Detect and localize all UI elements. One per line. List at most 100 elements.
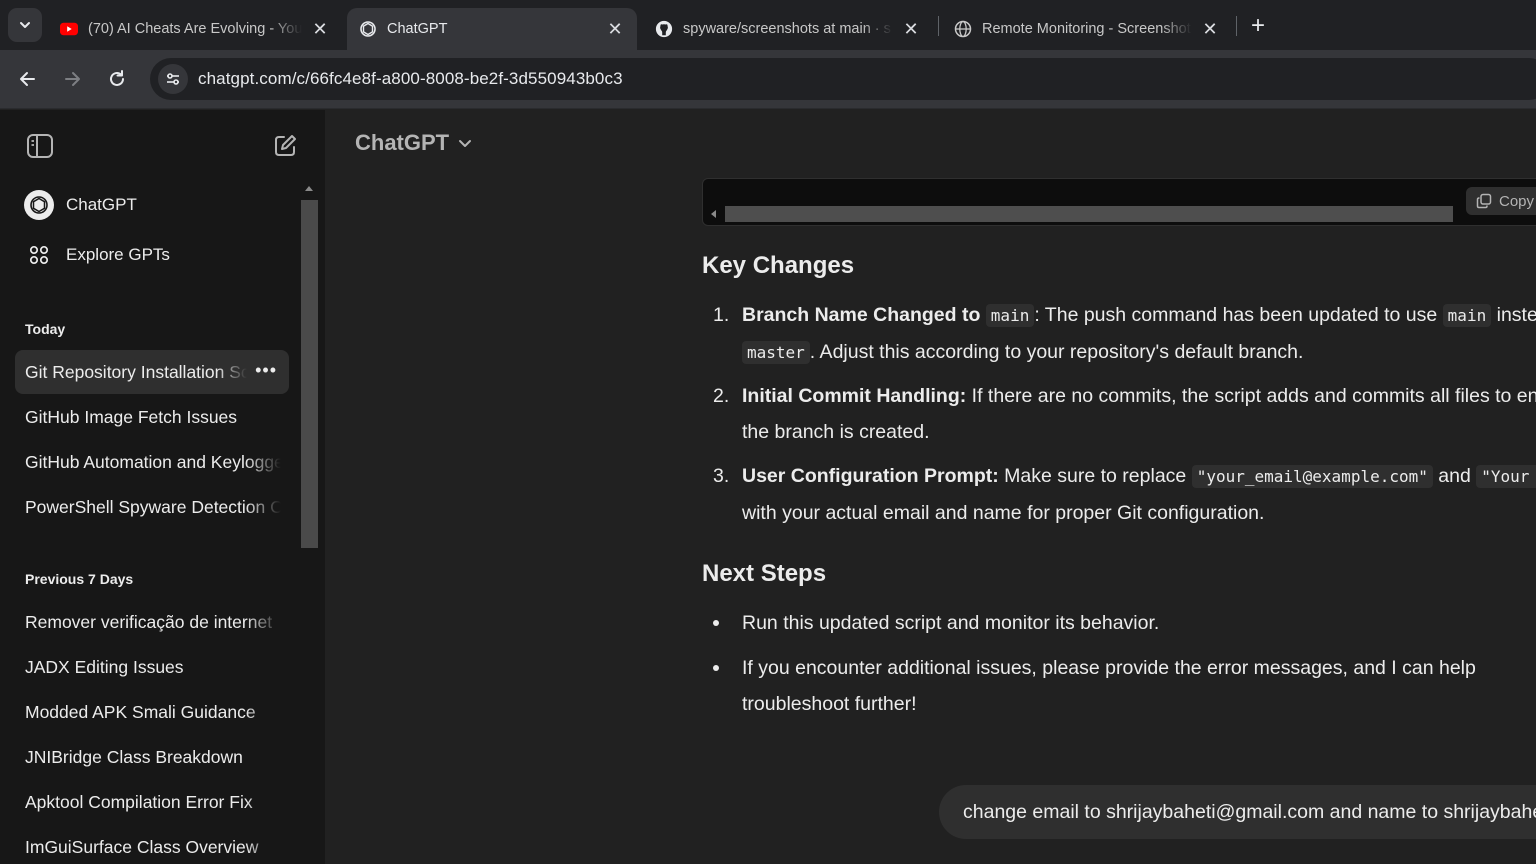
copy-icon — [1476, 193, 1492, 209]
key-change-item: User Configuration Prompt: Make sure to … — [742, 458, 1536, 531]
history-item[interactable]: Apktool Compilation Error Fix — [15, 780, 289, 824]
history-item[interactable]: ImGuiSurface Class Overview — [15, 825, 289, 864]
copy-code-button[interactable]: Copy — [1466, 187, 1536, 215]
forward-button[interactable] — [55, 62, 89, 96]
sidebar-item-chatgpt[interactable]: ChatGPT — [16, 184, 286, 226]
list-number: 2. — [713, 385, 730, 407]
reload-icon — [110, 70, 124, 86]
browser-tab-active[interactable]: ChatGPT ✕ — [347, 8, 637, 50]
history-item[interactable]: Git Repository Installation Script ••• — [15, 350, 289, 394]
close-icon[interactable]: ✕ — [1200, 19, 1220, 39]
history-item-label: ImGuiSurface Class Overview — [25, 836, 259, 857]
item-bold: Branch Name Changed to — [742, 304, 981, 326]
sidebar-toggle-icon — [27, 134, 53, 158]
key-change-item: Initial Commit Handling: If there are no… — [742, 378, 1536, 450]
history-item-label: PowerShell Spyware Detection Check — [25, 496, 281, 517]
sidebar-scrollbar[interactable] — [301, 200, 318, 548]
browser-tab[interactable]: spyware/screenshots at main · s ✕ — [643, 8, 933, 50]
close-icon[interactable]: ✕ — [901, 19, 921, 39]
browser-tab[interactable]: Remote Monitoring - Screenshots ✕ — [942, 8, 1232, 50]
browser-tab-strip: (70) AI Cheats Are Evolving - YouTube ✕ … — [0, 0, 1536, 50]
url-text[interactable]: chatgpt.com/c/66fc4e8f-a800-8008-be2f-3d… — [198, 69, 623, 89]
sidebar: ChatGPT Explore GPTs Today Git Repositor… — [0, 110, 325, 864]
bullet-dot — [713, 620, 719, 626]
sidebar-item-label: Explore GPTs — [66, 245, 170, 264]
browser-toolbar: chatgpt.com/c/66fc4e8f-a800-8008-be2f-3d… — [0, 50, 1536, 109]
site-info-button[interactable] — [158, 64, 188, 94]
history-item[interactable]: GitHub Automation and Keylogger — [15, 440, 289, 484]
chevron-down-icon — [20, 22, 30, 28]
key-change-item: Branch Name Changed to main: The push co… — [742, 297, 1536, 371]
code-block: Copy — [702, 178, 1536, 226]
user-message-bubble: change email to shrijaybaheti@gmail.com … — [939, 785, 1536, 839]
history-item-label: JADX Editing Issues — [25, 656, 184, 677]
history-item[interactable]: Modded APK Smali Guidance — [15, 690, 289, 734]
history-item[interactable]: JADX Editing Issues — [15, 645, 289, 689]
sidebar-item-explore-gpts[interactable]: Explore GPTs — [16, 234, 286, 276]
back-button[interactable] — [11, 62, 45, 96]
openai-icon — [24, 190, 54, 220]
item-text: Make sure to replace — [1004, 465, 1187, 487]
tab-title: Remote Monitoring - Screenshots — [982, 21, 1192, 37]
history-item-label: Apktool Compilation Error Fix — [25, 791, 253, 812]
history-item-label: GitHub Image Fetch Issues — [25, 406, 238, 427]
sidebar-item-label: ChatGPT — [66, 195, 137, 214]
close-icon[interactable]: ✕ — [310, 19, 330, 39]
model-selector[interactable]: ChatGPT — [355, 130, 473, 156]
history-item-label: Git Repository Installation Script — [25, 361, 247, 382]
new-chat-button[interactable] — [269, 130, 301, 162]
history-item[interactable]: PowerShell Spyware Detection Check — [15, 485, 289, 529]
grid-icon — [24, 240, 54, 270]
history-item-label: Remover verificação de internet — [25, 611, 273, 632]
edit-icon — [275, 135, 296, 156]
history-item[interactable]: Remover verificação de internet — [15, 600, 289, 644]
item-bold: Initial Commit Handling: — [742, 385, 967, 407]
key-changes-heading: Key Changes — [702, 252, 855, 279]
arrow-right-icon — [65, 72, 80, 86]
history-item-label: Modded APK Smali Guidance — [25, 701, 256, 722]
item-text: : The push command has been updated to u… — [1034, 304, 1438, 326]
bullet-dot — [713, 665, 719, 671]
openai-icon — [359, 20, 377, 38]
tune-icon — [167, 73, 179, 85]
github-icon — [655, 20, 673, 38]
address-bar[interactable]: chatgpt.com/c/66fc4e8f-a800-8008-be2f-3d… — [150, 58, 1536, 100]
youtube-icon — [60, 20, 78, 38]
item-text: . Adjust this according to your reposito… — [809, 341, 1304, 363]
copy-label: Copy — [1499, 192, 1535, 210]
next-step-item: Run this updated script and monitor its … — [742, 612, 1160, 634]
history-item[interactable]: JNIBridge Class Breakdown — [15, 735, 289, 779]
new-tab-button[interactable]: + — [1244, 12, 1272, 40]
close-icon[interactable]: ✕ — [605, 19, 625, 39]
inline-code: master — [742, 341, 810, 364]
history-heading-today: Today — [25, 321, 66, 337]
item-bold: User Configuration Prompt: — [742, 465, 999, 487]
next-step-item: If you encounter additional issues, plea… — [742, 657, 1476, 715]
close-sidebar-button[interactable] — [24, 130, 56, 162]
history-item-label: GitHub Automation and Keylogger — [25, 451, 281, 472]
history-heading-previous-7-days: Previous 7 Days — [25, 571, 134, 587]
history-item[interactable]: GitHub Image Fetch Issues — [15, 395, 289, 439]
arrow-left-icon — [20, 72, 35, 86]
browser-tab[interactable]: (70) AI Cheats Are Evolving - YouTube ✕ — [48, 8, 342, 50]
scroll-up-arrow[interactable] — [305, 186, 313, 191]
tab-search-button[interactable] — [8, 8, 42, 42]
item-text: with your actual email and name for prop… — [742, 502, 1265, 524]
model-selector-label: ChatGPT — [355, 130, 450, 155]
list-number: 3. — [713, 465, 730, 487]
code-horizontal-scrollbar[interactable] — [725, 206, 1453, 222]
chevron-down-icon — [457, 135, 473, 151]
inline-code: "your_email@example.com" — [1191, 465, 1433, 488]
item-text: instead of — [1496, 304, 1536, 326]
tab-title: spyware/screenshots at main · s — [683, 21, 891, 37]
reload-button[interactable] — [100, 62, 134, 96]
tab-title: ChatGPT — [387, 21, 448, 37]
item-text: and — [1438, 465, 1471, 487]
chat-main: ChatGPT Copy Key Changes 1. Branch Name … — [325, 110, 1536, 864]
scroll-left-arrow[interactable] — [711, 210, 716, 218]
inline-code: main — [985, 304, 1035, 327]
more-options-icon[interactable]: ••• — [255, 360, 277, 381]
inline-code: "Your Name" — [1476, 465, 1536, 488]
tab-title: (70) AI Cheats Are Evolving - YouTube — [88, 21, 302, 37]
tab-separator — [1236, 16, 1237, 36]
